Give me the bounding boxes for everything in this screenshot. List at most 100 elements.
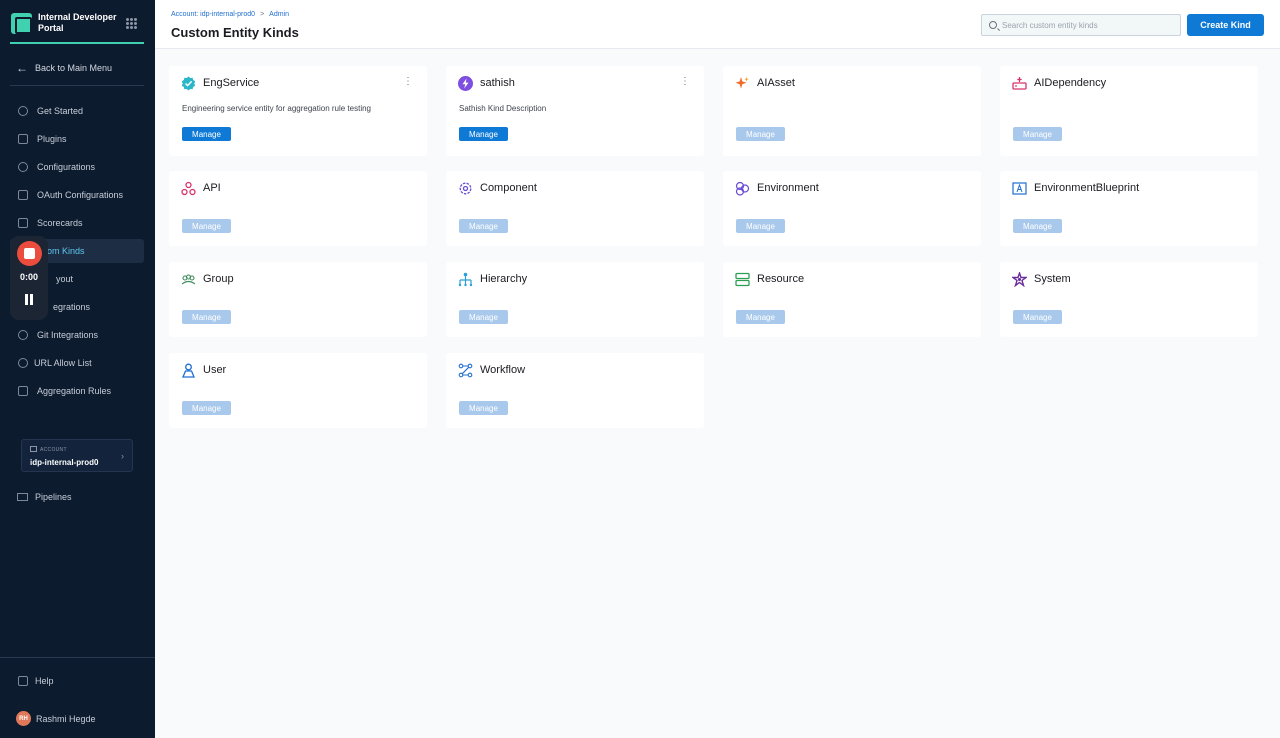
manage-button[interactable]: Manage bbox=[459, 310, 508, 324]
kind-card-component[interactable]: Component Manage bbox=[446, 171, 704, 246]
scorecard-icon bbox=[18, 218, 28, 228]
manage-button[interactable]: Manage bbox=[182, 127, 231, 141]
manage-button[interactable]: Manage bbox=[1013, 127, 1062, 141]
kind-card-resource[interactable]: Resource Manage bbox=[723, 262, 981, 337]
user-profile[interactable]: RH Rashmi Hegde bbox=[16, 711, 96, 726]
search-box[interactable] bbox=[981, 14, 1181, 36]
arrow-left-icon: ← bbox=[16, 61, 28, 75]
kind-card-aiasset[interactable]: AIAsset Manage bbox=[723, 66, 981, 156]
breadcrumb: Account: idp-internal-prod0 > Admin bbox=[171, 11, 289, 18]
sidebar-item-label: Configurations bbox=[37, 162, 96, 172]
component-gear-icon bbox=[458, 181, 473, 196]
account-switcher[interactable]: ACCOUNT idp-internal-prod0 › bbox=[21, 439, 133, 472]
oauth-icon bbox=[18, 190, 28, 200]
kind-card-aidependency[interactable]: AIDependency Manage bbox=[1000, 66, 1258, 156]
account-label: ACCOUNT bbox=[30, 446, 67, 453]
help-link[interactable]: Help bbox=[18, 676, 54, 686]
sidebar-item-aggregation-rules[interactable]: Aggregation Rules bbox=[10, 379, 144, 403]
kind-card-api[interactable]: API Manage bbox=[169, 171, 427, 246]
chart-icon bbox=[18, 386, 28, 396]
user-name: Rashmi Hegde bbox=[36, 713, 96, 724]
card-title: Environment bbox=[757, 182, 819, 194]
manage-button[interactable]: Manage bbox=[182, 219, 231, 233]
card-title: User bbox=[203, 364, 227, 376]
stop-record-button[interactable] bbox=[17, 241, 42, 266]
card-title: System bbox=[1034, 273, 1071, 285]
back-to-main-menu[interactable]: ← Back to Main Menu bbox=[16, 61, 112, 75]
card-title: AIAsset bbox=[757, 77, 795, 89]
sidebar-item-oauth-configurations[interactable]: OAuth Configurations bbox=[10, 183, 144, 207]
sidebar-item-pipelines[interactable]: Pipelines bbox=[17, 492, 72, 502]
lightning-icon bbox=[458, 76, 473, 91]
group-icon bbox=[181, 272, 196, 287]
manage-button[interactable]: Manage bbox=[1013, 310, 1062, 324]
kind-card-environment[interactable]: Environment Manage bbox=[723, 171, 981, 246]
gears-icon bbox=[18, 162, 28, 172]
sidebar-item-get-started[interactable]: Get Started bbox=[10, 99, 144, 123]
kind-card-hierarchy[interactable]: Hierarchy Manage bbox=[446, 262, 704, 337]
kind-card-environmentblueprint[interactable]: EnvironmentBlueprint Manage bbox=[1000, 171, 1258, 246]
kind-card-engservice[interactable]: EngService ⋮ Engineering service entity … bbox=[169, 66, 427, 156]
sidebar-item-url-allow-list[interactable]: URL Allow List bbox=[10, 351, 144, 375]
pipelines-icon bbox=[17, 493, 28, 501]
kind-card-workflow[interactable]: Workflow Manage bbox=[446, 353, 704, 428]
git-icon bbox=[18, 330, 28, 340]
help-label: Help bbox=[35, 676, 54, 686]
page-header: Account: idp-internal-prod0 > Admin Custom… bbox=[155, 0, 1280, 49]
sidebar-item-scorecards[interactable]: Scorecards bbox=[10, 211, 144, 235]
more-options-icon[interactable]: ⋮ bbox=[680, 77, 690, 87]
manage-button[interactable]: Manage bbox=[459, 127, 508, 141]
sidebar-item-label: Get Started bbox=[37, 106, 84, 116]
help-icon bbox=[18, 676, 28, 686]
kind-card-system[interactable]: System Manage bbox=[1000, 262, 1258, 337]
api-icon bbox=[181, 181, 196, 196]
card-title: API bbox=[203, 182, 221, 194]
pause-icon[interactable] bbox=[24, 294, 34, 305]
card-description: Engineering service entity for aggregati… bbox=[182, 104, 371, 113]
search-icon bbox=[989, 21, 997, 29]
sidebar: Internal Developer Portal ← Back to Main… bbox=[0, 0, 155, 738]
sidebar-item-label: Aggregation Rules bbox=[37, 386, 112, 396]
sidebar-item-git-integrations[interactable]: Git Integrations bbox=[10, 323, 144, 347]
kind-card-sathish[interactable]: sathish ⋮ Sathish Kind Description Manag… bbox=[446, 66, 704, 156]
sparkle-icon bbox=[735, 76, 750, 91]
card-title: Component bbox=[480, 182, 537, 194]
sidebar-item-label: Plugins bbox=[37, 134, 67, 144]
divider bbox=[10, 85, 144, 86]
verified-badge-icon bbox=[181, 76, 196, 91]
blueprint-icon bbox=[1012, 181, 1027, 196]
sidebar-item-plugins[interactable]: Plugins bbox=[10, 127, 144, 151]
breadcrumb-admin[interactable]: Admin bbox=[269, 11, 289, 18]
more-options-icon[interactable]: ⋮ bbox=[403, 77, 413, 87]
brand[interactable]: Internal Developer Portal bbox=[11, 12, 124, 34]
app-switcher-icon[interactable] bbox=[126, 18, 137, 29]
workflow-icon bbox=[458, 363, 473, 378]
search-input[interactable] bbox=[1002, 18, 1172, 33]
manage-button[interactable]: Manage bbox=[736, 127, 785, 141]
breadcrumb-separator: > bbox=[260, 11, 265, 18]
dependency-icon bbox=[1012, 76, 1027, 91]
card-title: Group bbox=[203, 273, 234, 285]
card-description: Sathish Kind Description bbox=[459, 104, 547, 113]
kind-card-user[interactable]: User Manage bbox=[169, 353, 427, 428]
avatar: RH bbox=[16, 711, 31, 726]
manage-button[interactable]: Manage bbox=[182, 310, 231, 324]
idp-logo-icon bbox=[11, 12, 32, 34]
manage-button[interactable]: Manage bbox=[736, 219, 785, 233]
breadcrumb-account[interactable]: Account: idp-internal-prod0 bbox=[171, 11, 255, 18]
card-title: Workflow bbox=[480, 364, 526, 376]
manage-button[interactable]: Manage bbox=[459, 401, 508, 415]
system-icon bbox=[1012, 272, 1027, 287]
manage-button[interactable]: Manage bbox=[1013, 219, 1062, 233]
kind-card-group[interactable]: Group Manage bbox=[169, 262, 427, 337]
manage-button[interactable]: Manage bbox=[459, 219, 508, 233]
chevron-right-icon: › bbox=[121, 451, 124, 461]
plugins-icon bbox=[18, 134, 28, 144]
sidebar-item-label: URL Allow List bbox=[34, 358, 92, 368]
sidebar-item-configurations[interactable]: Configurations bbox=[10, 155, 144, 179]
divider bbox=[10, 42, 144, 44]
create-kind-button[interactable]: Create Kind bbox=[1187, 14, 1264, 36]
manage-button[interactable]: Manage bbox=[182, 401, 231, 415]
card-title: sathish bbox=[480, 77, 515, 89]
manage-button[interactable]: Manage bbox=[736, 310, 785, 324]
